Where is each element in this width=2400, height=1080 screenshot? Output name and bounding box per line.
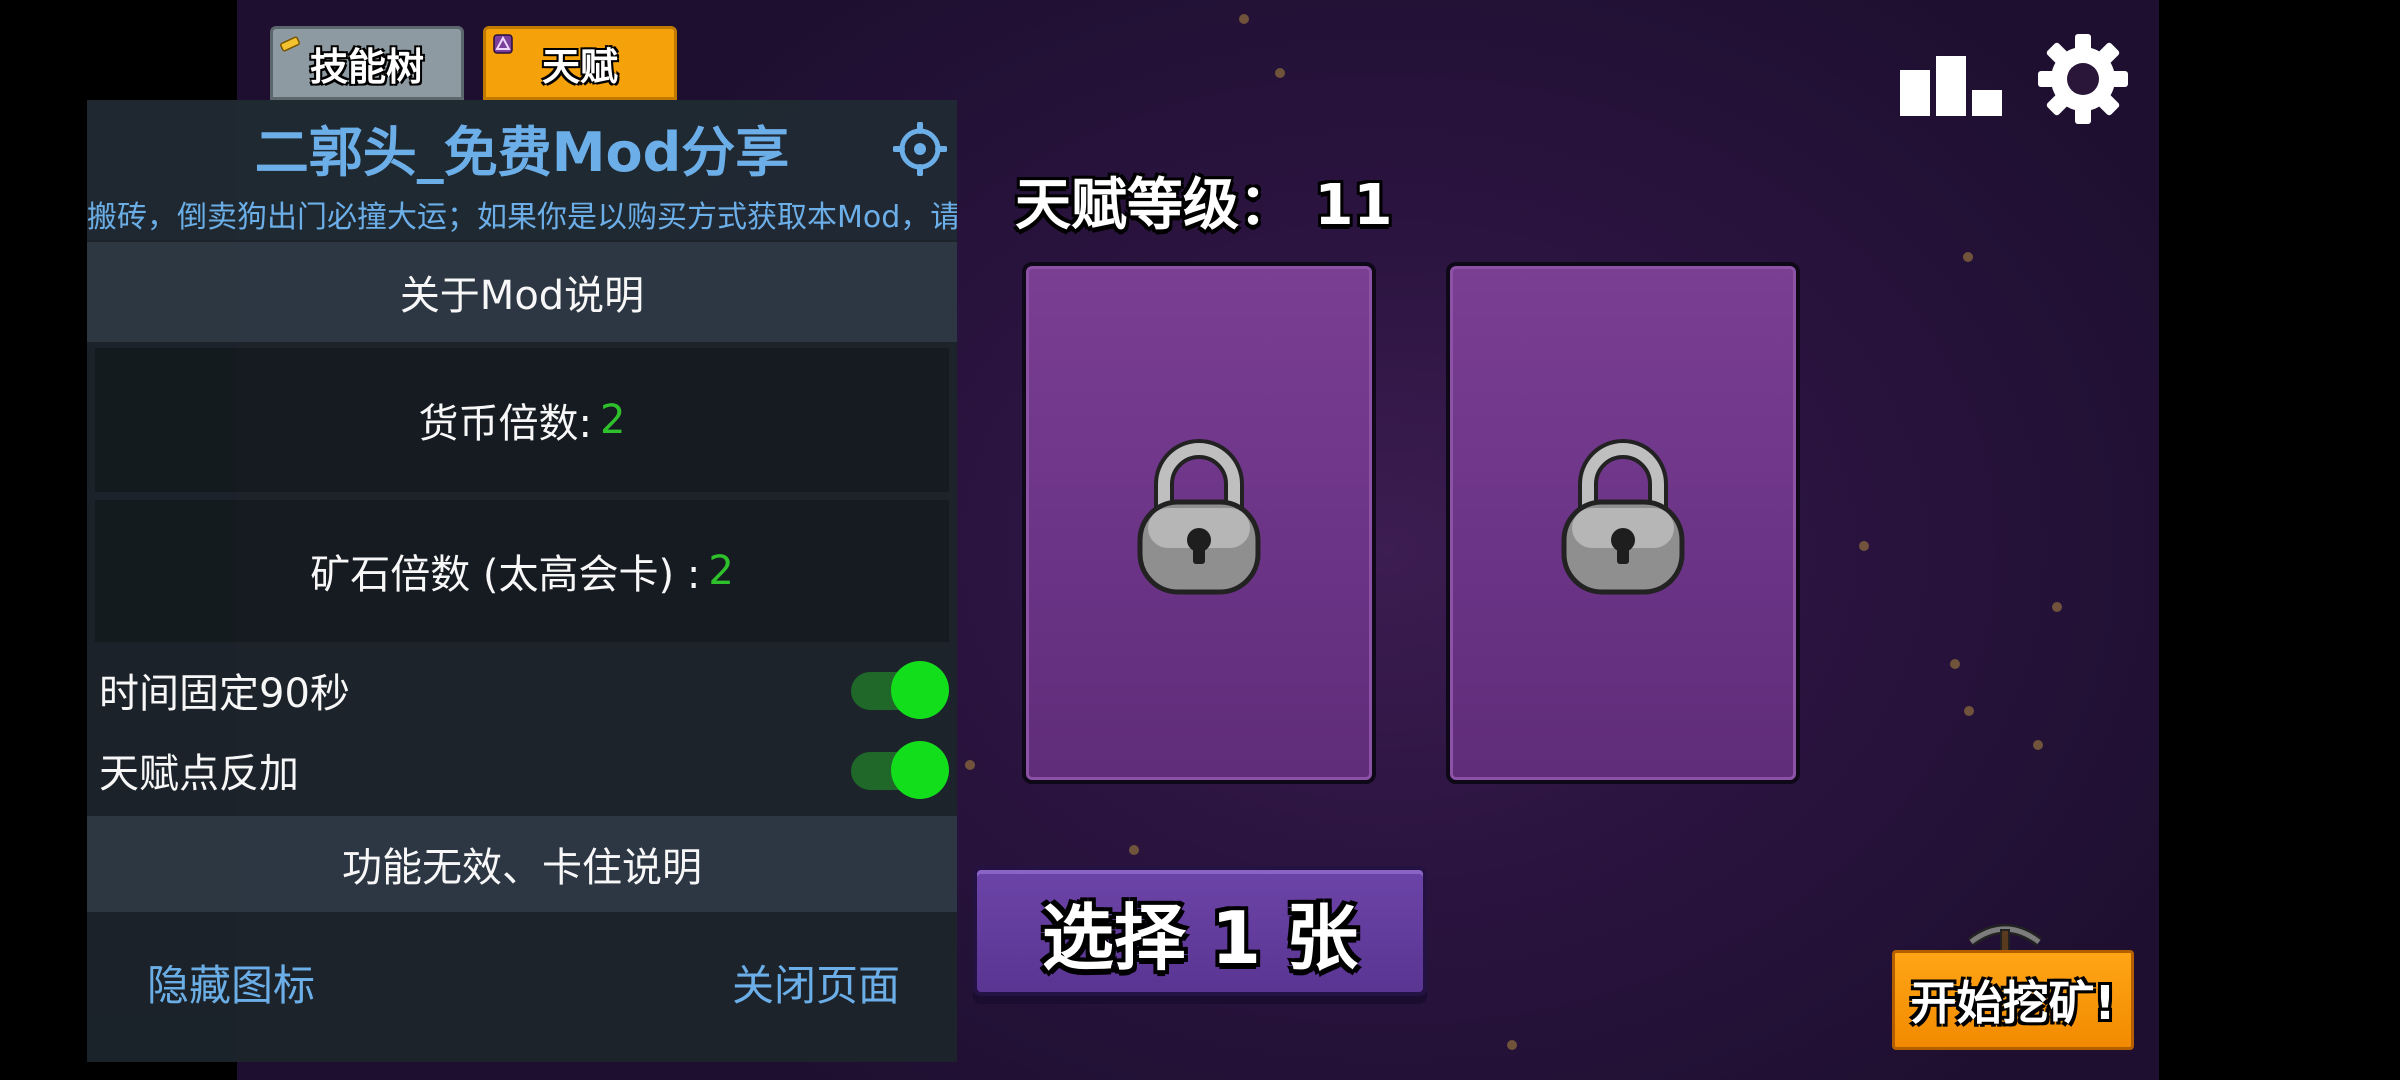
talent-points-toggle[interactable] [851,741,949,799]
settings-gear-icon[interactable] [2038,34,2128,124]
ore-speck [1964,706,1974,716]
tab-talent[interactable]: 天赋 [483,26,677,100]
mod-menu-panel: 二郭头_免费Mod分享 搬砖，倒卖狗出门必撞大运；如果你是以购买方式获取本Mod… [87,100,957,1062]
ore-multiplier-label: 矿石倍数 (太高会卡) : [310,552,701,598]
mod-panel-header: 二郭头_免费Mod分享 搬砖，倒卖狗出门必撞大运；如果你是以购买方式获取本Mod… [87,100,957,240]
gold-bar-icon [280,36,300,52]
talent-level-text: 天赋等级： 11 [1015,173,1393,238]
padlock-icon [1561,439,1685,595]
ore-speck [1239,14,1249,24]
close-page-button[interactable]: 关闭页面 [732,952,900,1013]
currency-multiplier-row[interactable]: 货币倍数: 2 [95,348,949,492]
ore-speck [1859,541,1869,551]
toggle-knob [891,741,949,799]
ore-multiplier-value: 2 [708,548,734,594]
mod-panel-marquee: 搬砖，倒卖狗出门必撞大运；如果你是以购买方式获取本Mod，请 [87,200,957,232]
talent-card-1[interactable] [1022,262,1376,784]
panel-settings-icon[interactable] [893,122,947,176]
talent-icon [493,34,513,54]
ore-speck [1129,845,1139,855]
stats-bar-icon[interactable] [1900,56,2002,116]
talent-points-label: 天赋点反加 [99,751,299,797]
ore-multiplier-row[interactable]: 矿石倍数 (太高会卡) : 2 [95,500,949,642]
ore-speck [1275,68,1285,78]
fixed-time-toggle[interactable] [851,661,949,719]
ore-speck [2033,740,2043,750]
talent-card-2[interactable] [1446,262,1800,784]
mod-panel-title: 二郭头_免费Mod分享 [254,121,790,184]
start-mining-button[interactable]: 开始挖矿! [1892,950,2134,1050]
currency-multiplier-label: 货币倍数: [418,401,593,447]
ore-speck [1507,1040,1517,1050]
tab-talent-label: 天赋 [541,44,618,89]
ore-speck [965,760,975,770]
about-mod-button[interactable]: 关于Mod说明 [87,242,957,342]
toggle-row-fixed-time: 时间固定90秒 [87,650,957,730]
tab-skill-tree[interactable]: 技能树 [270,26,464,100]
select-one-card-button[interactable]: 选择 1 张 [973,866,1427,996]
ore-speck [1950,659,1960,669]
troubleshoot-help-button[interactable]: 功能无效、卡住说明 [87,816,957,912]
currency-multiplier-value: 2 [600,397,626,443]
tab-skill-tree-label: 技能树 [309,44,424,89]
toggle-knob [891,661,949,719]
hide-icon-button[interactable]: 隐藏图标 [147,952,315,1013]
ore-speck [2052,602,2062,612]
padlock-icon [1137,439,1261,595]
ore-speck [1963,252,1973,262]
toggle-row-talent-points: 天赋点反加 [87,730,957,810]
fixed-time-label: 时间固定90秒 [99,671,350,717]
